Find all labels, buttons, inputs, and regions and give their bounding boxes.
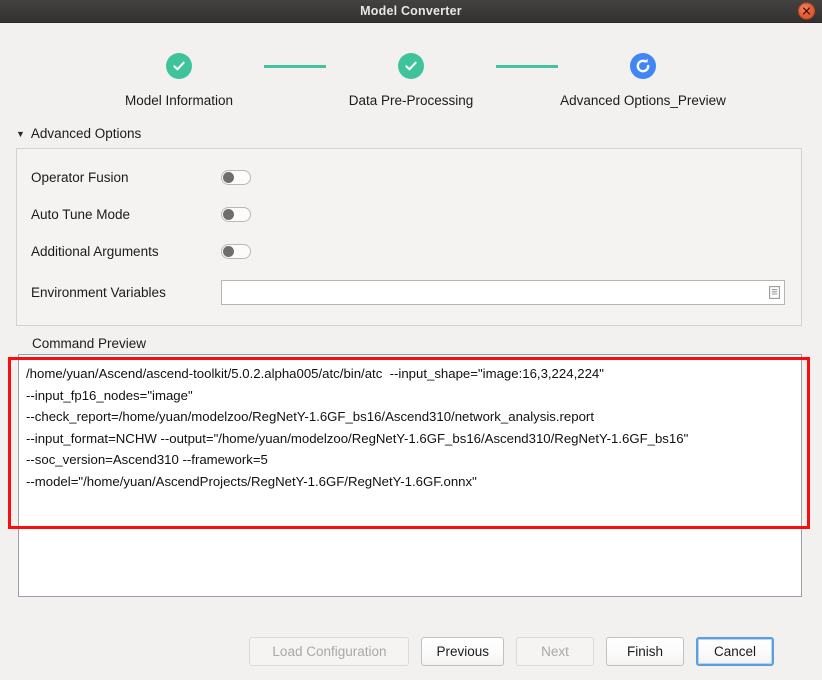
- operator-fusion-toggle[interactable]: [221, 170, 251, 185]
- dialog-footer: Load Configuration Previous Next Finish …: [0, 637, 822, 680]
- step-connector-1: [264, 65, 326, 68]
- advanced-options-title: Advanced Options: [30, 126, 142, 141]
- close-icon[interactable]: [798, 2, 815, 20]
- check-circle-icon: [398, 53, 424, 79]
- step-label: Model Information: [124, 93, 234, 108]
- wizard-stepper: Model Information Data Pre-Processing Ad…: [0, 23, 822, 120]
- previous-button[interactable]: Previous: [421, 637, 504, 666]
- window-titlebar: Model Converter: [0, 0, 822, 23]
- refresh-glyph: [630, 53, 656, 79]
- option-row-environment-variables: Environment Variables: [31, 274, 787, 311]
- step-label: Advanced Options_Preview: [560, 93, 726, 108]
- step-model-information[interactable]: Model Information: [94, 53, 264, 108]
- cancel-button[interactable]: Cancel: [696, 637, 774, 666]
- advanced-options-section: ▼ Advanced Options Operator Fusion Auto …: [16, 126, 802, 326]
- auto-tune-mode-toggle[interactable]: [221, 207, 251, 222]
- toggle-knob: [223, 209, 234, 220]
- document-list-glyph: [768, 286, 780, 299]
- toggle-knob: [223, 246, 234, 257]
- document-list-icon[interactable]: [768, 286, 780, 300]
- environment-variables-field-wrap: [221, 280, 785, 305]
- window-title: Model Converter: [360, 3, 462, 18]
- advanced-options-panel: Operator Fusion Auto Tune Mode Additiona…: [16, 148, 802, 326]
- option-row-operator-fusion: Operator Fusion: [31, 159, 787, 196]
- step-data-pre-processing[interactable]: Data Pre-Processing: [326, 53, 496, 108]
- command-preview-section: Command Preview /home/yuan/Ascend/ascend…: [8, 336, 810, 597]
- check-glyph: [405, 61, 417, 71]
- finish-button[interactable]: Finish: [606, 637, 684, 666]
- next-button[interactable]: Next: [516, 637, 594, 666]
- option-label: Auto Tune Mode: [31, 207, 131, 222]
- model-converter-dialog: Model Converter Model Information Data P…: [0, 0, 822, 680]
- option-row-additional-arguments: Additional Arguments: [31, 233, 787, 270]
- command-preview-textarea[interactable]: /home/yuan/Ascend/ascend-toolkit/5.0.2.a…: [18, 354, 802, 597]
- advanced-options-header[interactable]: ▼ Advanced Options: [16, 126, 141, 141]
- step-label: Data Pre-Processing: [348, 93, 474, 108]
- toggle-knob: [223, 172, 234, 183]
- chevron-down-icon: ▼: [16, 129, 25, 139]
- check-glyph: [173, 61, 185, 71]
- refresh-circle-icon: [630, 53, 656, 79]
- option-label: Operator Fusion: [31, 170, 129, 185]
- additional-arguments-toggle[interactable]: [221, 244, 251, 259]
- option-label: Environment Variables: [31, 285, 166, 300]
- load-configuration-button[interactable]: Load Configuration: [249, 637, 410, 666]
- option-label: Additional Arguments: [31, 244, 159, 259]
- command-preview-label: Command Preview: [32, 336, 147, 351]
- close-glyph: [802, 7, 811, 15]
- step-advanced-options-preview[interactable]: Advanced Options_Preview: [558, 53, 728, 108]
- step-connector-2: [496, 65, 558, 68]
- option-row-auto-tune-mode: Auto Tune Mode: [31, 196, 787, 233]
- check-circle-icon: [166, 53, 192, 79]
- environment-variables-input[interactable]: [221, 280, 785, 305]
